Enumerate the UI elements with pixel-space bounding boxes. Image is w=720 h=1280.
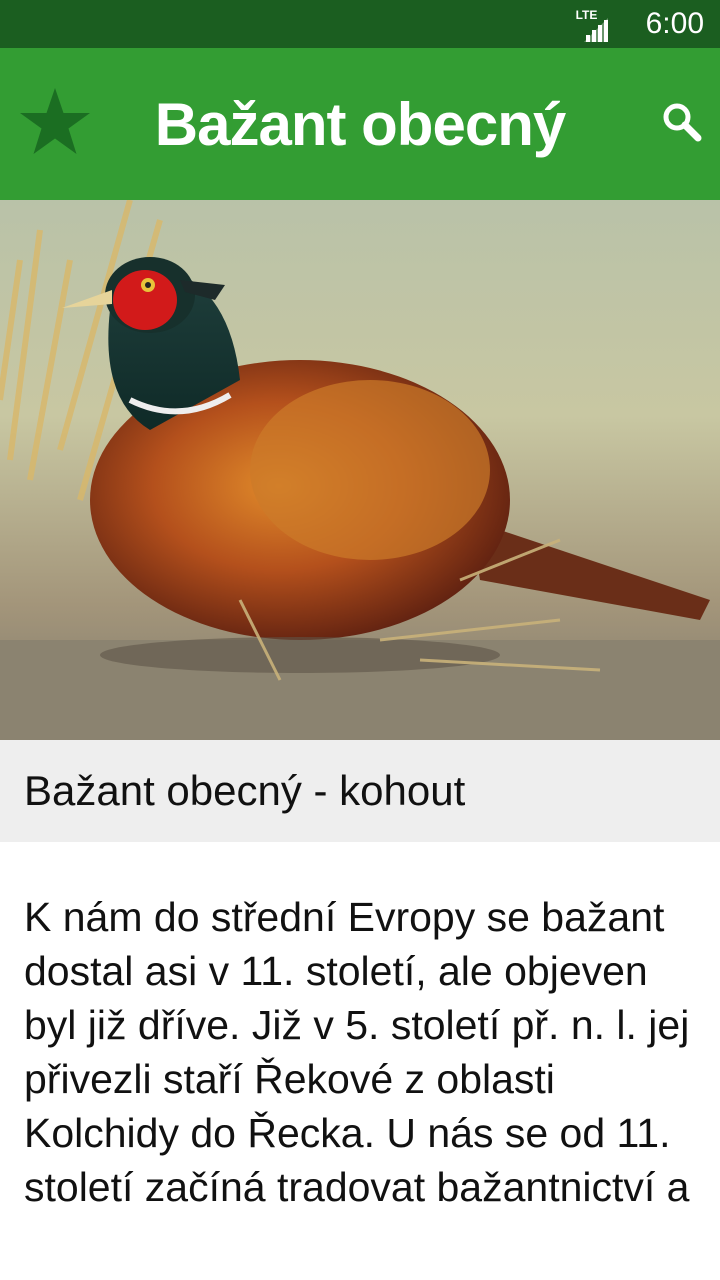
photo-caption: Bažant obecný - kohout [0, 740, 720, 842]
search-icon [663, 103, 702, 142]
pheasant-image [0, 200, 720, 740]
status-time: 6:00 [645, 7, 704, 40]
app-bar: Bažant obecný [0, 48, 720, 200]
article-body: K nám do střední Evropy se bažant dostal… [24, 894, 690, 1210]
search-button[interactable] [660, 100, 704, 144]
signal-bars-icon [583, 18, 608, 42]
status-bar: LTE 6:00 [0, 0, 720, 48]
pheasant-photo [0, 200, 720, 740]
signal-icon: LTE [576, 4, 616, 44]
page-title: Bažant obecný [154, 91, 566, 158]
caption-text: Bažant obecný - kohout [24, 767, 466, 814]
